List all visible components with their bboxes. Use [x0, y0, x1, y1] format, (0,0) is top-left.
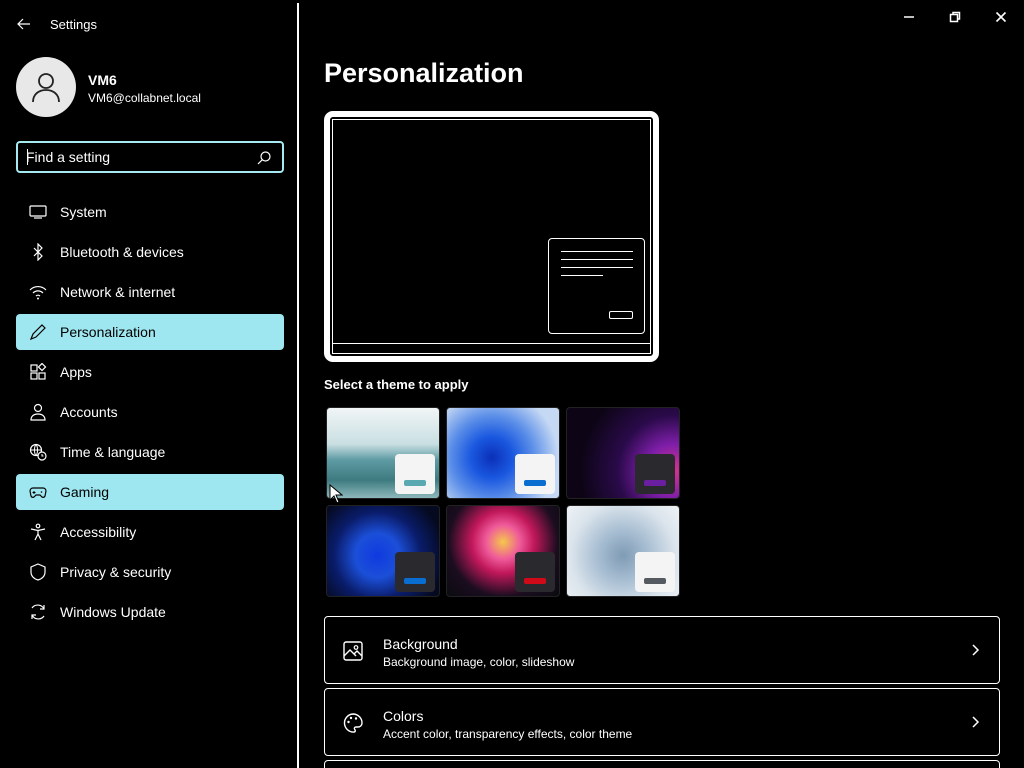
text-caret [27, 149, 28, 165]
preview-desktop [332, 119, 651, 354]
page-title: Personalization [324, 58, 524, 88]
avatar[interactable] [16, 57, 76, 117]
theme-swatch [635, 454, 675, 494]
preview-button [609, 311, 633, 319]
preview-taskbar [333, 343, 650, 353]
user-name: VM6 [88, 72, 117, 88]
card-subtitle: Accent color, transparency effects, colo… [383, 727, 633, 741]
minimize-icon [904, 16, 914, 18]
accent-bar [644, 480, 666, 486]
theme-preview [324, 111, 659, 362]
bluetooth-icon [16, 234, 60, 270]
sidebar-item-label: Privacy & security [60, 564, 172, 580]
theme-swatch [395, 552, 435, 592]
monitor-icon [16, 194, 60, 230]
back-button[interactable] [12, 12, 36, 36]
arrow-left-icon [17, 18, 30, 30]
wifi-icon [16, 274, 60, 310]
sidebar-item-personalization[interactable]: Personalization [16, 314, 284, 350]
sidebar-item-privacy-security[interactable]: Privacy & security [16, 554, 284, 590]
preview-line [561, 275, 603, 276]
background-card[interactable]: Background Background image, color, slid… [324, 616, 1000, 684]
sidebar-item-system[interactable]: System [16, 194, 284, 230]
globe-clock-icon [16, 434, 60, 470]
theme-lake[interactable] [326, 407, 440, 499]
sidebar-item-time-language[interactable]: Time & language [16, 434, 284, 470]
sidebar-item-label: Time & language [60, 444, 166, 460]
sidebar-item-label: Accessibility [60, 524, 137, 540]
pen-icon [16, 314, 60, 350]
sidebar-item-windows-update[interactable]: Windows Update [16, 594, 284, 630]
sidebar-divider [297, 3, 299, 768]
shield-icon [16, 554, 60, 590]
palette-icon [343, 713, 363, 733]
sidebar-item-label: Personalization [60, 324, 156, 340]
sidebar-item-bluetooth[interactable]: Bluetooth & devices [16, 234, 284, 270]
sidebar-item-gaming[interactable]: Gaming [16, 474, 284, 510]
accent-bar [404, 480, 426, 486]
close-icon [995, 11, 1007, 23]
search-input[interactable] [26, 148, 246, 166]
nav-list: System Bluetooth & devices Network & int… [16, 194, 284, 634]
minimize-button[interactable] [894, 6, 924, 28]
preview-line [561, 259, 633, 260]
card-title: Colors [383, 708, 424, 724]
theme-glow[interactable] [566, 407, 680, 499]
sidebar-item-network[interactable]: Network & internet [16, 274, 284, 310]
sidebar-item-label: Bluetooth & devices [60, 244, 184, 260]
sidebar-item-label: System [60, 204, 107, 220]
colors-card[interactable]: Colors Accent color, transparency effect… [324, 688, 1000, 756]
theme-swatch [515, 454, 555, 494]
preview-line [561, 251, 633, 252]
theme-swatch [515, 552, 555, 592]
apps-icon [16, 354, 60, 390]
sidebar-item-accounts[interactable]: Accounts [16, 394, 284, 430]
gamepad-icon [16, 474, 60, 510]
search-icon[interactable] [256, 150, 272, 166]
sidebar-item-label: Network & internet [60, 284, 176, 300]
theme-sunrise[interactable] [566, 505, 680, 597]
restore-button[interactable] [940, 6, 970, 28]
search-box[interactable] [16, 141, 284, 173]
accent-bar [524, 578, 546, 584]
sidebar-item-apps[interactable]: Apps [16, 354, 284, 390]
person-icon [16, 394, 60, 430]
mouse-cursor-icon [329, 484, 343, 504]
preview-window [548, 238, 645, 334]
theme-swatch [395, 454, 435, 494]
sidebar-item-label: Accounts [60, 404, 118, 420]
sidebar-item-accessibility[interactable]: Accessibility [16, 514, 284, 550]
sidebar-item-label: Apps [60, 364, 92, 380]
accent-bar [404, 578, 426, 584]
card-title: Background [383, 636, 458, 652]
theme-bloom-dark[interactable] [326, 505, 440, 597]
sync-icon [16, 594, 60, 630]
sidebar-item-label: Windows Update [60, 604, 166, 620]
user-email: VM6@collabnet.local [88, 91, 201, 105]
theme-section-label: Select a theme to apply [324, 377, 469, 392]
accessibility-icon [16, 514, 60, 550]
theme-swatch [635, 552, 675, 592]
accent-bar [524, 480, 546, 486]
accent-bar [644, 578, 666, 584]
person-icon [32, 73, 60, 103]
close-button[interactable] [986, 6, 1016, 28]
app-title: Settings [50, 17, 97, 32]
image-icon [343, 641, 363, 661]
preview-line [561, 267, 633, 268]
sidebar: Settings VM6 VM6@collabnet.local System … [0, 0, 298, 768]
next-card-partial[interactable] [324, 760, 1000, 768]
theme-flow[interactable] [446, 505, 560, 597]
card-subtitle: Background image, color, slideshow [383, 655, 575, 669]
theme-grid [324, 405, 684, 599]
theme-bloom-light[interactable] [446, 407, 560, 499]
chevron-right-icon [972, 644, 980, 656]
chevron-right-icon [972, 716, 980, 728]
sidebar-item-label: Gaming [60, 484, 110, 500]
restore-icon [949, 11, 961, 23]
